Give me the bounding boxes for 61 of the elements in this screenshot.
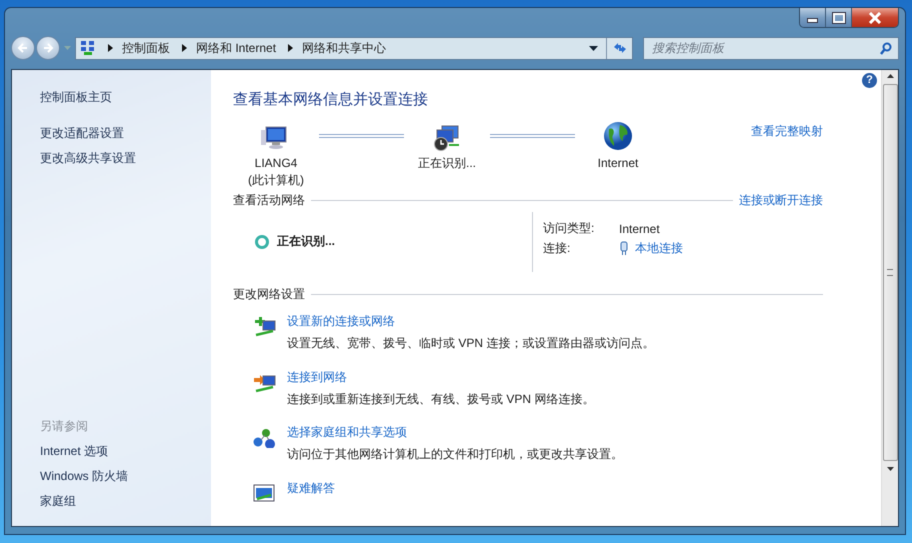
forward-button[interactable] xyxy=(36,36,60,60)
address-bar[interactable]: 控制面板 网络和 Internet 网络和共享中心 xyxy=(75,36,633,60)
section-heading: 另请参阅 xyxy=(40,418,88,435)
close-button[interactable] xyxy=(852,8,898,27)
section-heading: 更改网络设置 xyxy=(233,286,305,303)
view-full-map-link[interactable]: 查看完整映射 xyxy=(751,123,823,140)
close-icon xyxy=(868,12,882,24)
globe-icon xyxy=(603,121,633,151)
sidebar-link[interactable]: 控制面板主页 xyxy=(40,85,112,110)
control-panel-icon xyxy=(80,40,96,56)
new-connection-icon xyxy=(253,316,276,337)
network-name: 正在识别... xyxy=(277,233,336,250)
breadcrumb-item[interactable]: 网络和 Internet xyxy=(196,40,276,56)
scrollbar-thumb[interactable] xyxy=(882,84,898,461)
scroll-up-arrow-icon[interactable] xyxy=(886,74,894,78)
refresh-icon xyxy=(612,42,626,54)
node-sublabel: (此计算机) xyxy=(248,172,304,189)
field-value: Internet xyxy=(619,222,660,236)
scroll-down-arrow-icon[interactable] xyxy=(886,467,894,471)
breadcrumb-item[interactable]: 网络和共享中心 xyxy=(302,40,386,56)
cable-plug-icon xyxy=(619,241,629,256)
sidebar-link[interactable]: Internet 选项 xyxy=(40,439,108,464)
sidebar-link[interactable]: 家庭组 xyxy=(40,489,76,514)
chevron-icon xyxy=(182,44,187,52)
network-clock-icon xyxy=(432,125,462,151)
section-heading: 查看活动网络 xyxy=(233,192,305,209)
connect-network-icon xyxy=(253,372,276,393)
task-description: 连接到或重新连接到无线、有线、拨号或 VPN 网络连接。 xyxy=(287,390,594,408)
scrollbar[interactable] xyxy=(881,70,898,526)
dropdown-arrow-icon[interactable] xyxy=(589,46,598,50)
task-description: 访问位于其他网络计算机上的文件和打印机，或更改共享设置。 xyxy=(287,446,623,464)
chevron-icon xyxy=(108,44,113,52)
node-label: LIANG4 xyxy=(254,155,298,172)
chevron-icon xyxy=(288,44,294,52)
task-link[interactable]: 疑难解答 xyxy=(287,480,335,498)
task-description: 设置无线、宽带、拨号、临时或 VPN 连接；或设置路由器或访问点。 xyxy=(287,334,654,352)
forward-arrow-icon xyxy=(42,42,54,54)
task-link[interactable]: 设置新的连接或网络 xyxy=(287,312,654,330)
task-link[interactable]: 连接到网络 xyxy=(287,368,594,386)
node-label: Internet xyxy=(598,155,638,172)
breadcrumb-item[interactable]: 控制面板 xyxy=(122,40,170,56)
page-title: 查看基本网络信息并设置连接 xyxy=(233,90,429,109)
back-arrow-icon xyxy=(17,42,29,54)
field-label: 连接: xyxy=(543,240,572,258)
maximize-button[interactable] xyxy=(826,8,852,27)
task-link[interactable]: 选择家庭组和共享选项 xyxy=(287,424,623,442)
homegroup-icon xyxy=(253,428,276,448)
search-field[interactable]: 搜索控制面板 xyxy=(643,36,899,60)
connection-link[interactable]: 本地连接 xyxy=(635,240,683,258)
sidebar-link[interactable]: 更改适配器设置 xyxy=(40,121,124,146)
node-label: 正在识别... xyxy=(418,155,476,172)
sidebar-link[interactable]: 更改高级共享设置 xyxy=(40,146,136,171)
sidebar-link[interactable]: Windows 防火墙 xyxy=(40,464,128,489)
help-button[interactable]: ? xyxy=(862,73,877,88)
troubleshoot-icon xyxy=(253,484,276,504)
search-icon xyxy=(880,42,892,54)
back-button[interactable] xyxy=(11,36,35,60)
minimize-button[interactable] xyxy=(800,8,826,27)
field-label: 访问类型: xyxy=(543,220,596,238)
connect-disconnect-link[interactable]: 连接或断开连接 xyxy=(739,192,823,209)
spinner-icon xyxy=(255,234,269,249)
